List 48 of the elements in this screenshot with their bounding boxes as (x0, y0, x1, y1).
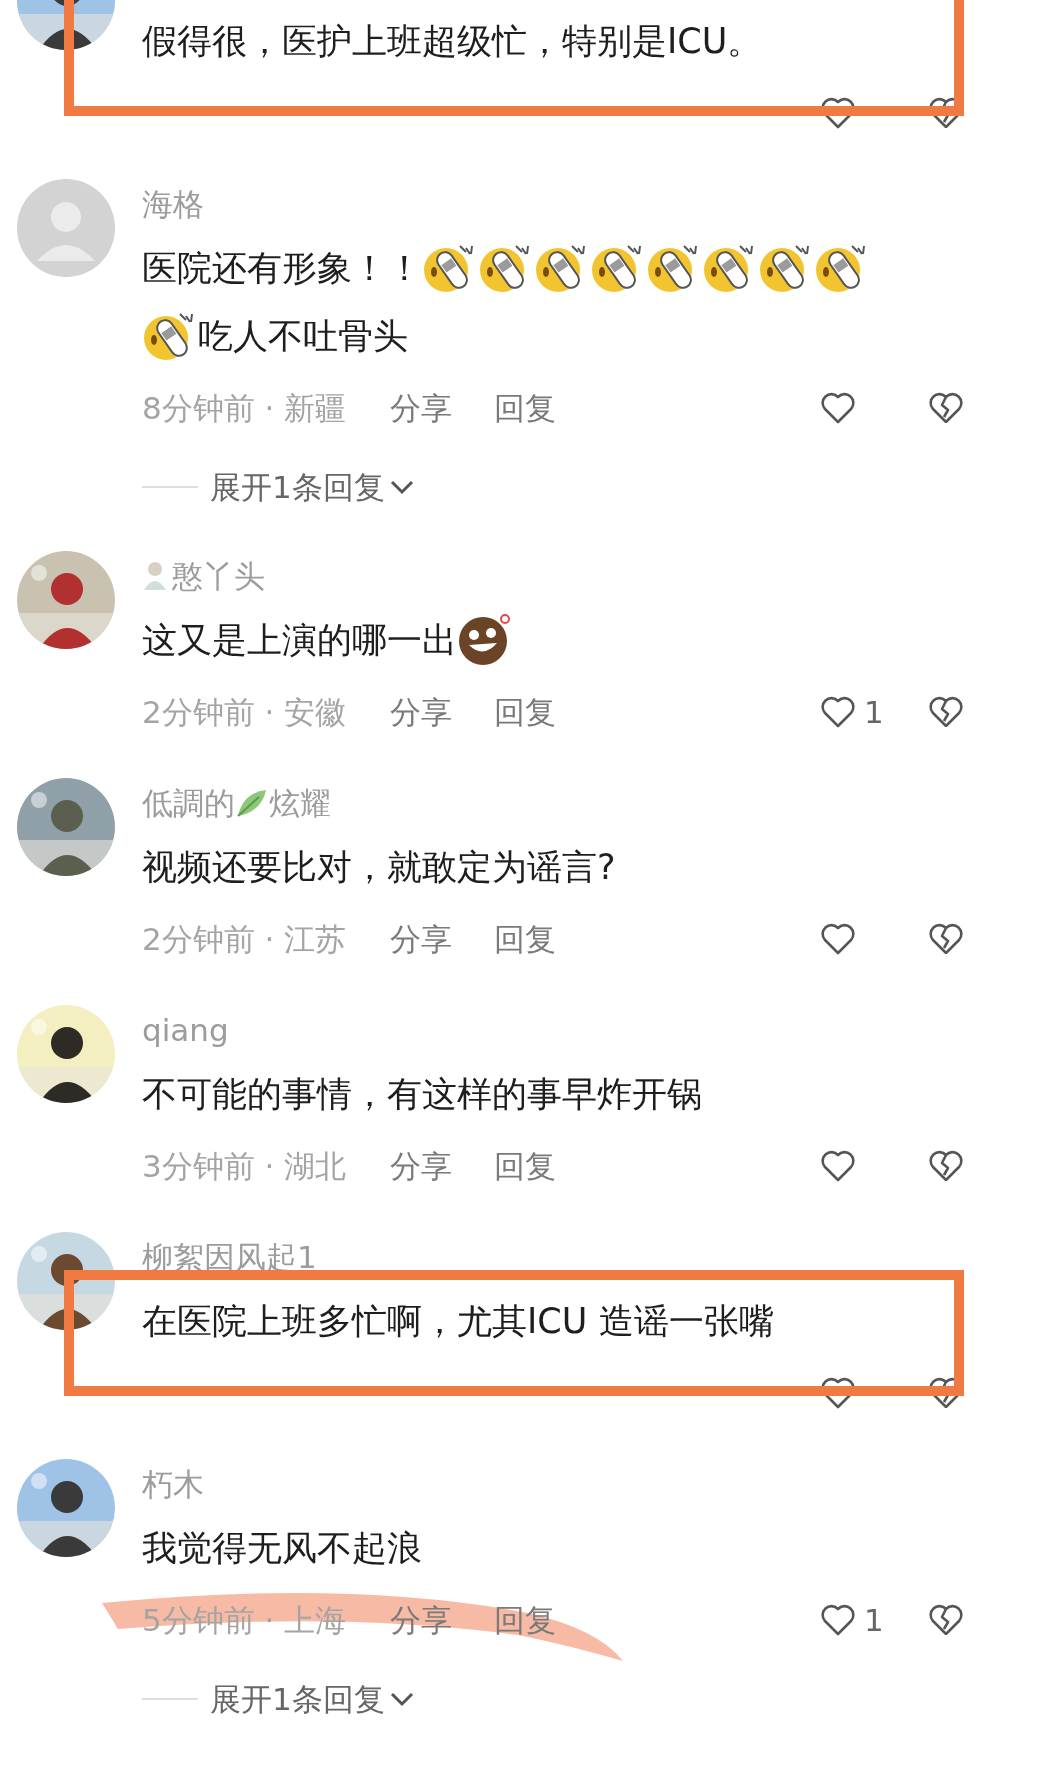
like-count: 1 (864, 692, 884, 732)
comment-meta: 8分钟前 · 新疆 (142, 388, 348, 428)
expand-replies-button[interactable]: 展开1条回复 (210, 1675, 415, 1723)
broken-heart-icon[interactable] (928, 1603, 964, 1637)
comment-meta: 3分钟前 · 湖北 (142, 1146, 348, 1186)
broken-heart-icon[interactable] (928, 1149, 964, 1183)
heart-icon[interactable] (820, 96, 856, 130)
reply-button[interactable]: 回复 (494, 1142, 556, 1190)
share-button[interactable]: 分享 (390, 915, 452, 963)
chevron-down-icon (388, 1690, 415, 1708)
reply-button[interactable]: 回复 (494, 688, 556, 736)
chevron-down-icon (388, 478, 415, 496)
heart-icon[interactable] (820, 1603, 856, 1637)
user-name[interactable]: qiang (142, 1006, 229, 1054)
comment-meta: 2分钟前 · 安徽 (142, 692, 348, 732)
reply-button[interactable]: 回复 (494, 384, 556, 432)
user-name[interactable]: 炫耀 (269, 779, 331, 827)
share-button[interactable]: 分享 (390, 688, 452, 736)
share-button[interactable]: 分享 (390, 1142, 452, 1190)
heart-icon[interactable] (820, 1376, 856, 1410)
comment-text: 我觉得无风不起浪 (142, 1527, 422, 1570)
comment-text: 不可能的事情，有这样的事早炸开锅 (142, 1073, 702, 1116)
heart-icon[interactable] (820, 391, 856, 425)
comment-meta: 2分钟前 · 江苏 (142, 919, 348, 959)
heart-icon[interactable] (820, 695, 856, 729)
comment-text: 在医院上班多忙啊，尤其ICU 造谣一张嘴 (142, 1300, 774, 1343)
user-name[interactable]: 海格 (142, 180, 204, 228)
comment-text: 医院还有形象！！ (142, 247, 422, 290)
broken-heart-icon[interactable] (928, 922, 964, 956)
comment-text: 吃人不吐骨头 (198, 315, 408, 358)
broken-heart-icon[interactable] (928, 391, 964, 425)
broken-heart-icon[interactable] (928, 695, 964, 729)
figure-icon (142, 560, 168, 592)
heart-icon[interactable] (820, 1149, 856, 1183)
comment-text: 假得很，医护上班超级忙，特别是ICU。 (142, 20, 763, 63)
user-name[interactable]: 低調的 (142, 779, 235, 827)
like-count: 1 (864, 1600, 884, 1640)
comment-text: 视频还要比对，就敢定为谣言? (142, 846, 616, 889)
leaf-icon (235, 787, 269, 819)
heart-icon[interactable] (820, 922, 856, 956)
expand-replies-button[interactable]: 展开1条回复 (210, 463, 415, 511)
emoji-icon (457, 613, 511, 667)
comment-text: 这又是上演的哪一出 (142, 619, 457, 662)
avatar-icon (17, 179, 115, 277)
share-button[interactable]: 分享 (390, 384, 452, 432)
reply-button[interactable]: 回复 (494, 915, 556, 963)
user-name[interactable]: 憨丫头 (172, 552, 265, 600)
user-name[interactable]: 朽木 (142, 1460, 204, 1508)
